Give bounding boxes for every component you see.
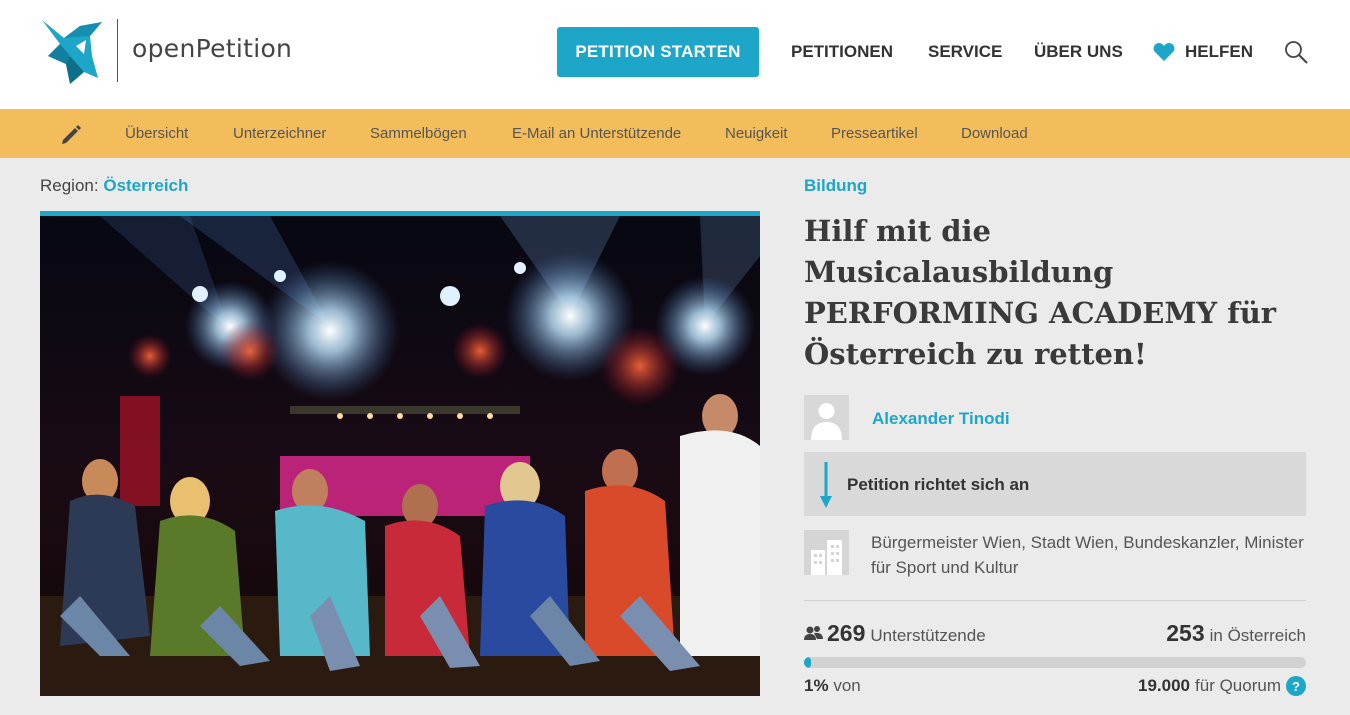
people-icon xyxy=(804,626,823,640)
quorum-value: 19.000 xyxy=(1138,676,1191,695)
subnav-presseartikel[interactable]: Presseartikel xyxy=(831,125,918,142)
percent-suffix: von xyxy=(833,676,861,695)
progress-bar xyxy=(804,657,1306,668)
region-line: Region: Österreich xyxy=(40,176,188,196)
pencil-icon[interactable] xyxy=(60,123,82,145)
petition-target-box: Petition richtet sich an xyxy=(804,452,1306,516)
subnav-download[interactable]: Download xyxy=(961,125,1028,142)
logo-divider xyxy=(117,19,118,82)
country-label: in Österreich xyxy=(1209,626,1306,645)
target-label: Petition richtet sich an xyxy=(847,475,1030,494)
search-icon[interactable] xyxy=(1284,40,1308,64)
nav-service[interactable]: SERVICE xyxy=(928,42,1002,62)
site-header: openPetition PETITION STARTEN PETITIONEN… xyxy=(0,0,1350,109)
supporters-count: 269 Unterstützende xyxy=(804,620,986,647)
region-link[interactable]: Österreich xyxy=(103,176,188,195)
category-link[interactable]: Bildung xyxy=(804,176,867,196)
subnav-sammelboegen[interactable]: Sammelbögen xyxy=(370,125,467,142)
country-number: 253 xyxy=(1166,620,1205,646)
quorum-label: für Quorum xyxy=(1195,676,1281,695)
site-logo-text[interactable]: openPetition xyxy=(132,34,292,63)
heart-icon xyxy=(1153,43,1175,61)
petition-title: Hilf mit die Musicalausbildung PERFORMIN… xyxy=(804,214,1277,371)
petition-subnav: Übersicht Unterzeichner Sammelbögen E-Ma… xyxy=(0,109,1350,158)
quorum-line: 19.000 für Quorum ? xyxy=(1138,676,1306,696)
petition-recipients: Bürgermeister Wien, Stadt Wien, Bundeska… xyxy=(871,533,1304,577)
start-petition-button[interactable]: PETITION STARTEN xyxy=(557,27,759,77)
percent-line: 1% von xyxy=(804,676,861,696)
percent-value: 1% xyxy=(804,676,829,695)
arrow-down-icon xyxy=(820,462,832,508)
author-avatar xyxy=(804,395,849,440)
subnav-uebersicht[interactable]: Übersicht xyxy=(125,125,188,142)
nav-ueber-uns[interactable]: ÜBER UNS xyxy=(1034,42,1123,62)
supporters-number: 269 xyxy=(827,620,866,646)
subnav-unterzeichner[interactable]: Unterzeichner xyxy=(233,125,326,142)
progress-fill xyxy=(804,657,812,668)
building-icon xyxy=(804,530,849,575)
author-link[interactable]: Alexander Tinodi xyxy=(872,409,1010,429)
dove-logo-icon[interactable] xyxy=(40,16,104,84)
subnav-email[interactable]: E-Mail an Unterstützende xyxy=(512,125,681,142)
region-label: Region: xyxy=(40,176,99,195)
nav-helfen-label: HELFEN xyxy=(1185,42,1253,61)
petition-hero-image xyxy=(40,216,760,696)
help-icon[interactable]: ? xyxy=(1286,676,1306,696)
subnav-neuigkeit[interactable]: Neuigkeit xyxy=(725,125,788,142)
nav-petitionen[interactable]: PETITIONEN xyxy=(791,42,893,62)
country-count: 253 in Österreich xyxy=(1166,620,1306,647)
supporters-label: Unterstützende xyxy=(870,626,986,645)
nav-helfen[interactable]: HELFEN xyxy=(1153,42,1253,62)
stats-divider xyxy=(804,600,1306,601)
